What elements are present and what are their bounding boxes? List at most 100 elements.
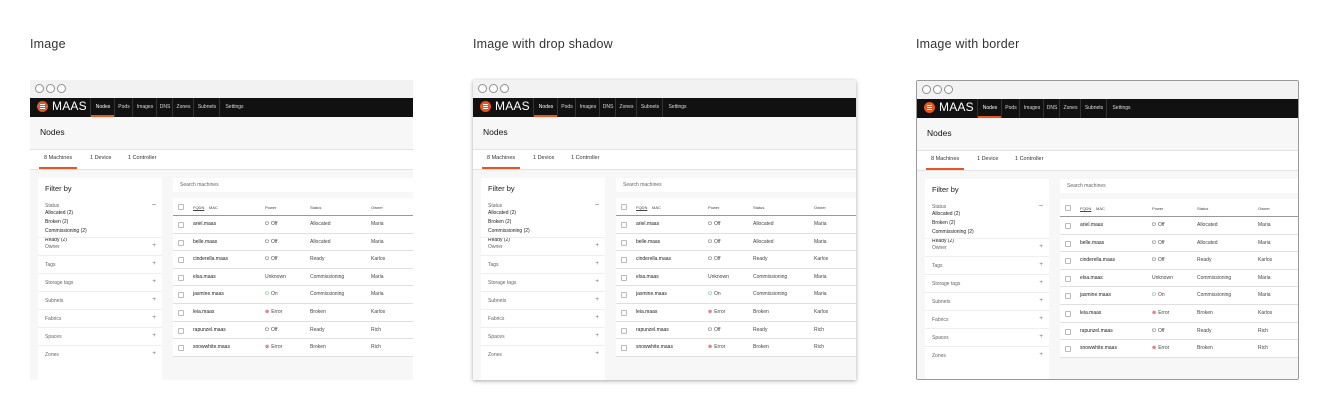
expand-facet-icon[interactable]: +: [595, 350, 599, 357]
collapse-status-icon[interactable]: –: [1039, 202, 1043, 209]
table-row[interactable]: ariel.maas ⏻ Off Allocated Maria: [173, 215, 413, 234]
table-row[interactable]: belle.maas ⏻ Off Allocated Maria: [1060, 234, 1298, 253]
row-checkbox[interactable]: [1065, 346, 1071, 353]
machine-fqdn[interactable]: rapunzel.maas: [193, 327, 226, 333]
expand-facet-icon[interactable]: +: [595, 242, 599, 249]
window-close-button[interactable]: [35, 84, 44, 93]
machine-fqdn[interactable]: jasmine.maas: [193, 291, 224, 297]
row-checkbox[interactable]: [178, 327, 184, 334]
row-checkbox[interactable]: [178, 222, 184, 228]
expand-facet-icon[interactable]: +: [152, 332, 156, 339]
expand-facet-icon[interactable]: +: [595, 296, 599, 303]
filter-facet-fabrics[interactable]: Fabrics +: [38, 309, 162, 328]
brand-name[interactable]: MAAS: [495, 99, 530, 113]
table-row[interactable]: elsa.maas Unknown Commissioning Maria: [1060, 269, 1298, 288]
filter-status-option[interactable]: Commissioning (2): [932, 229, 974, 235]
table-row[interactable]: jasmine.maas ⏻ On Commissioning Maria: [1060, 286, 1298, 305]
filter-facet-spaces[interactable]: Spaces +: [925, 328, 1049, 347]
table-row[interactable]: ariel.maas ⏻ Off Allocated Maria: [1060, 216, 1298, 235]
brand-name[interactable]: MAAS: [939, 100, 974, 114]
tab-devices[interactable]: 1 Device: [90, 155, 111, 161]
expand-facet-icon[interactable]: +: [1039, 297, 1043, 304]
filter-facet-storage-tags[interactable]: Storage tags +: [925, 274, 1049, 293]
row-checkbox[interactable]: [178, 345, 184, 352]
filter-status-option[interactable]: Commissioning (2): [45, 228, 87, 234]
expand-facet-icon[interactable]: +: [1039, 315, 1043, 322]
expand-facet-icon[interactable]: +: [595, 260, 599, 267]
filter-facet-spaces[interactable]: Spaces +: [481, 327, 605, 346]
filter-status-option[interactable]: Broken (2): [45, 219, 68, 225]
column-header-fqdn[interactable]: FQDN: [636, 205, 647, 210]
machine-fqdn[interactable]: leia.maas: [636, 309, 657, 315]
window-minimize-button[interactable]: [933, 85, 942, 94]
row-checkbox[interactable]: [1065, 328, 1071, 335]
nav-item-nodes[interactable]: Nodes: [533, 98, 558, 117]
expand-facet-icon[interactable]: +: [152, 296, 156, 303]
filter-facet-owner[interactable]: Owner +: [925, 238, 1049, 257]
machine-fqdn[interactable]: ariel.maas: [1080, 222, 1103, 228]
table-row[interactable]: leia.maas ⊗ Error Broken Karlos: [1060, 304, 1298, 323]
nav-item-settings[interactable]: Settings: [662, 98, 692, 117]
filter-facet-subnets[interactable]: Subnets +: [925, 292, 1049, 311]
table-row[interactable]: cinderella.maas ⏻ Off Ready Karlos: [173, 250, 413, 269]
select-all-checkbox[interactable]: [178, 204, 184, 210]
row-checkbox[interactable]: [621, 345, 627, 352]
filter-status-option[interactable]: Allocated (2): [45, 210, 73, 216]
machine-fqdn[interactable]: elsa.maas: [193, 274, 216, 280]
expand-facet-icon[interactable]: +: [152, 350, 156, 357]
filter-status-option[interactable]: Broken (2): [488, 219, 511, 225]
filter-status-option[interactable]: Allocated (2): [932, 211, 960, 217]
filter-facet-owner[interactable]: Owner +: [38, 237, 162, 256]
expand-facet-icon[interactable]: +: [595, 332, 599, 339]
machine-fqdn[interactable]: snowwhite.maas: [636, 344, 673, 350]
expand-facet-icon[interactable]: +: [152, 278, 156, 285]
table-row[interactable]: ariel.maas ⏻ Off Allocated Maria: [616, 215, 856, 234]
nav-item-settings[interactable]: Settings: [219, 98, 249, 117]
nav-item-nodes[interactable]: Nodes: [90, 98, 115, 117]
nav-item-pods[interactable]: Pods: [1001, 99, 1020, 118]
tab-controllers[interactable]: 1 Controller: [128, 155, 156, 161]
tab-devices[interactable]: 1 Device: [977, 156, 998, 162]
machine-fqdn[interactable]: leia.maas: [193, 309, 214, 315]
table-row[interactable]: rapunzel.maas ⏻ Off Ready Rich: [173, 321, 413, 340]
machine-fqdn[interactable]: ariel.maas: [636, 221, 659, 227]
row-checkbox[interactable]: [178, 274, 184, 281]
machine-fqdn[interactable]: snowwhite.maas: [193, 344, 230, 350]
filter-facet-spaces[interactable]: Spaces +: [38, 327, 162, 346]
window-minimize-button[interactable]: [489, 84, 498, 93]
search-input[interactable]: Search machines: [1060, 179, 1298, 193]
nav-item-zones[interactable]: Zones: [1059, 99, 1081, 118]
machine-fqdn[interactable]: belle.maas: [193, 239, 217, 245]
nav-item-zones[interactable]: Zones: [615, 98, 637, 117]
table-row[interactable]: cinderella.maas ⏻ Off Ready Karlos: [1060, 251, 1298, 270]
row-checkbox[interactable]: [1065, 275, 1071, 282]
filter-facet-zones[interactable]: Zones +: [481, 345, 605, 364]
row-checkbox[interactable]: [621, 257, 627, 264]
tab-machines[interactable]: 8 Machines: [925, 156, 965, 170]
expand-facet-icon[interactable]: +: [595, 278, 599, 285]
table-row[interactable]: snowwhite.maas ⊗ Error Broken Rich: [616, 338, 856, 357]
filter-facet-subnets[interactable]: Subnets +: [481, 291, 605, 310]
filter-status-heading[interactable]: Status: [45, 203, 59, 209]
nav-item-dns[interactable]: DNS: [599, 98, 616, 117]
row-checkbox[interactable]: [1065, 293, 1071, 300]
machine-fqdn[interactable]: cinderella.maas: [636, 256, 671, 262]
machine-fqdn[interactable]: belle.maas: [636, 239, 660, 245]
expand-facet-icon[interactable]: +: [152, 242, 156, 249]
filter-facet-zones[interactable]: Zones +: [38, 345, 162, 364]
column-header-power[interactable]: Power: [1152, 206, 1163, 211]
row-checkbox[interactable]: [621, 239, 627, 246]
machine-fqdn[interactable]: rapunzel.maas: [636, 327, 669, 333]
column-header-owner[interactable]: Owner: [1258, 206, 1270, 211]
nav-item-subnets[interactable]: Subnets: [1080, 99, 1107, 118]
filter-facet-fabrics[interactable]: Fabrics +: [481, 309, 605, 328]
row-checkbox[interactable]: [1065, 258, 1071, 265]
expand-facet-icon[interactable]: +: [152, 314, 156, 321]
nav-item-images[interactable]: Images: [1019, 99, 1044, 118]
row-checkbox[interactable]: [621, 327, 627, 334]
machine-fqdn[interactable]: snowwhite.maas: [1080, 345, 1117, 351]
tab-machines[interactable]: 8 Machines: [38, 155, 78, 169]
table-row[interactable]: elsa.maas Unknown Commissioning Maria: [616, 268, 856, 287]
table-row[interactable]: elsa.maas Unknown Commissioning Maria: [173, 268, 413, 287]
machine-fqdn[interactable]: jasmine.maas: [1080, 292, 1111, 298]
